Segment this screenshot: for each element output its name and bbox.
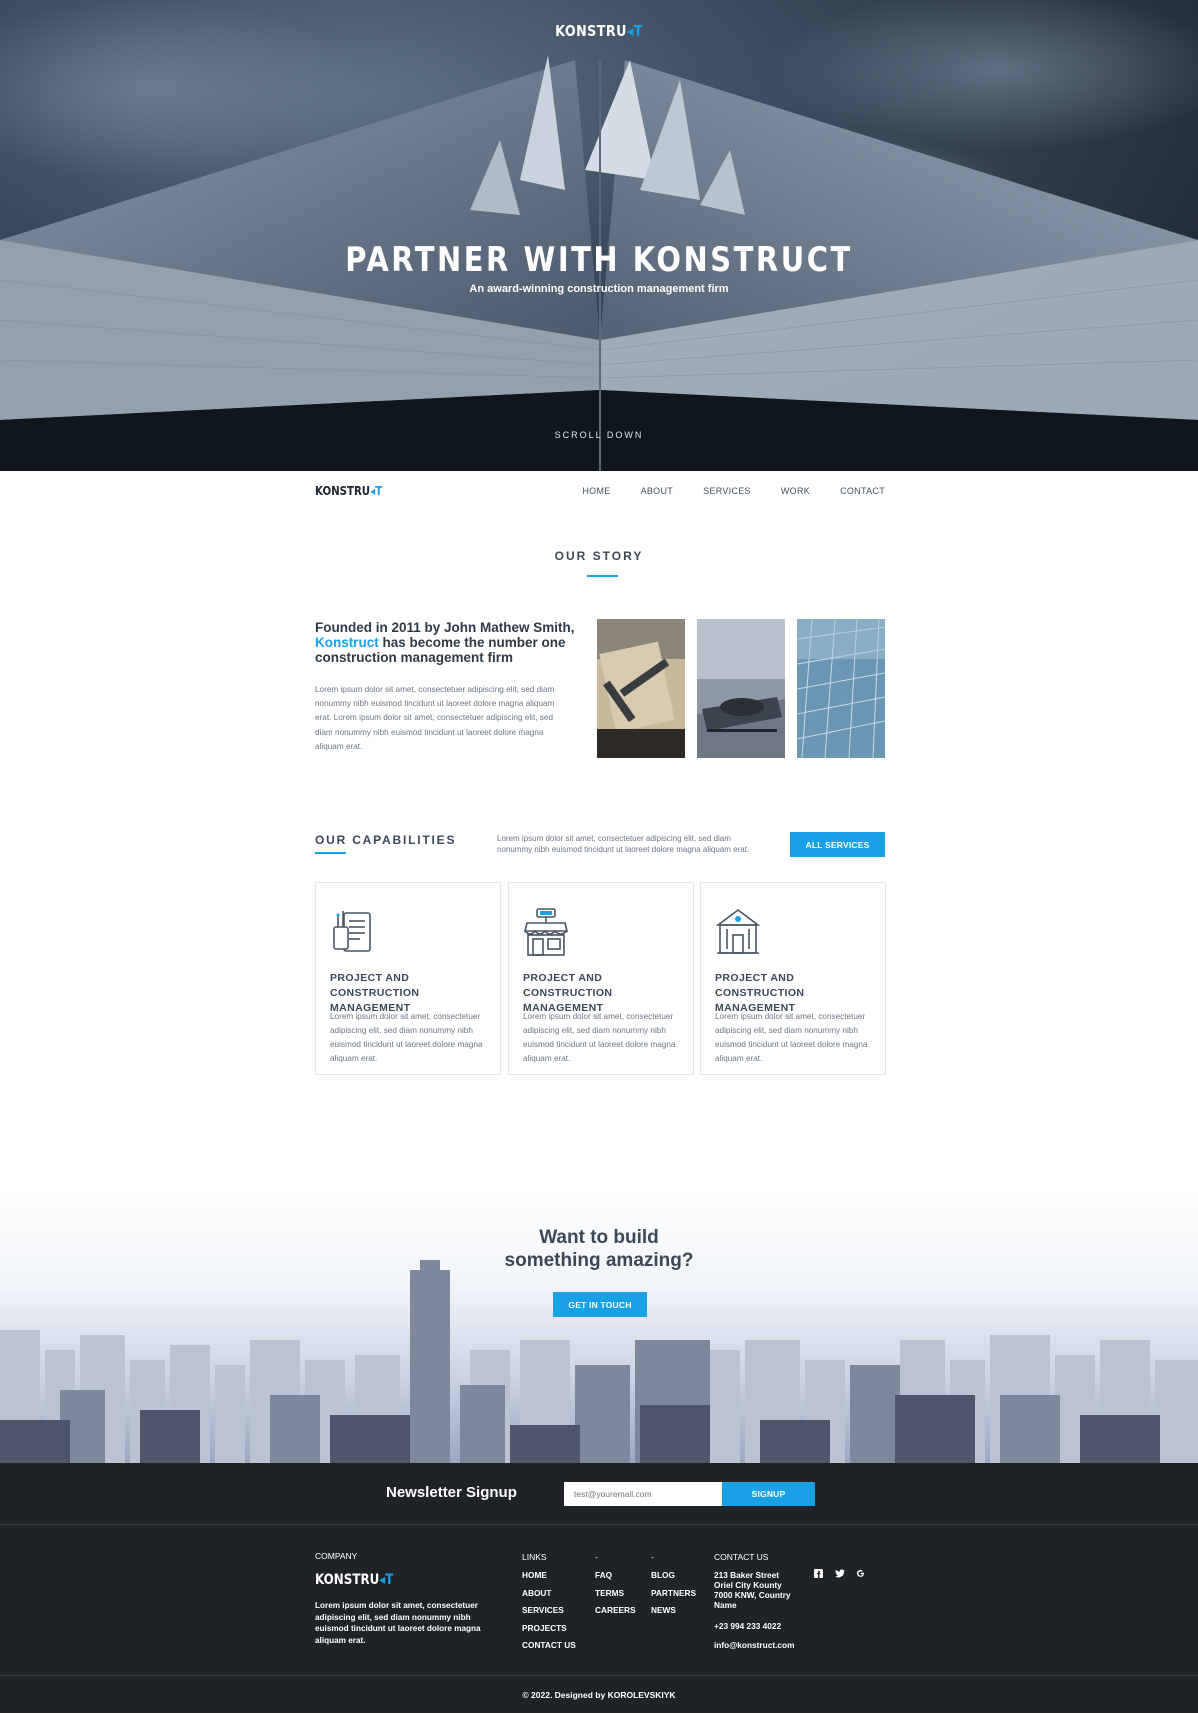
footer-link-projects[interactable]: PROJECTS	[522, 1623, 567, 1633]
twitter-icon[interactable]	[835, 1569, 845, 1580]
nav-contact[interactable]: CONTACT	[840, 486, 885, 496]
footer-company-heading: COMPANY	[315, 1551, 358, 1561]
story-title: Founded in 2011 by John Mathew Smith, Ko…	[315, 620, 575, 665]
nav-logo[interactable]: KONSTRU◂T	[315, 484, 382, 498]
footer-address-line: Name	[714, 1600, 737, 1610]
capability-card[interactable]: PROJECT AND CONSTRUCTION MANAGEMENT Lore…	[508, 882, 694, 1075]
hero-logo[interactable]: KONSTRU◂T	[90, 22, 1108, 40]
clipboard-pencils-icon	[330, 907, 374, 960]
capabilities-description: Lorem ipsum dolor sit amet, consectetuer…	[497, 834, 750, 854]
footer-link-partners[interactable]: PARTNERS	[651, 1588, 696, 1598]
hero-title: PARTNER WITH KONSTRUCT	[345, 240, 853, 280]
nav-services[interactable]: SERVICES	[703, 486, 751, 496]
glass-facade-photo	[797, 619, 885, 758]
story-body: Lorem ipsum dolor sit amet, consectetuer…	[315, 685, 555, 751]
drafting-tools-photo	[597, 619, 685, 758]
newsletter-email-input[interactable]	[564, 1482, 722, 1506]
footer-link-news[interactable]: NEWS	[651, 1605, 676, 1615]
footer-col3-heading: -	[651, 1552, 654, 1562]
signup-button[interactable]: SIGNUP	[722, 1482, 815, 1506]
footer-email[interactable]: info@konstruct.com	[714, 1640, 794, 1650]
footer-link-contact-us[interactable]: CONTACT US	[522, 1640, 576, 1650]
storefront-icon	[523, 907, 569, 962]
footer-link-blog[interactable]: BLOG	[651, 1570, 675, 1580]
footer: COMPANY KONSTRU◂T Lorem ipsum dolor sit …	[0, 1525, 1198, 1675]
newsletter-title: Newsletter Signup	[386, 1484, 517, 1501]
hero-background-image	[0, 0, 1198, 471]
footer-link-careers[interactable]: CAREERS	[595, 1605, 636, 1615]
footer-address-line: 7000 KNW, Country	[714, 1590, 791, 1600]
footer-about-text: Lorem ipsum dolor sit amet, consectetuer…	[315, 1601, 481, 1645]
get-in-touch-button[interactable]: GET IN TOUCH	[553, 1292, 647, 1317]
footer-logo[interactable]: KONSTRU◂T	[315, 1572, 393, 1588]
cta-title: Want to build something amazing?	[504, 1227, 694, 1271]
google-icon[interactable]	[856, 1569, 865, 1580]
story-heading-underline	[587, 575, 618, 577]
brand-highlight: Konstruct	[315, 635, 379, 650]
capability-card[interactable]: PROJECT AND CONSTRUCTION MANAGEMENT Lore…	[700, 882, 886, 1075]
hero-subtitle: An award-winning construction management…	[469, 283, 729, 295]
copyright: © 2022. Designed by KOROLEVSKIYK	[0, 1675, 1198, 1713]
scroll-down-link[interactable]: SCROLL DOWN	[0, 430, 1198, 440]
story-heading: OUR STORY	[554, 549, 644, 563]
nav-work[interactable]: WORK	[781, 486, 810, 496]
footer-address-line: Oriel City Kounty	[714, 1580, 782, 1590]
capabilities-heading: OUR CAPABILITIES	[315, 833, 457, 847]
newsletter-section: Newsletter Signup SIGNUP	[0, 1463, 1198, 1525]
cta-section: Want to build something amazing? GET IN …	[0, 1190, 1198, 1463]
capability-card[interactable]: PROJECT AND CONSTRUCTION MANAGEMENT Lore…	[315, 882, 501, 1075]
footer-link-services[interactable]: SERVICES	[522, 1605, 564, 1615]
capability-card-body: Lorem ipsum dolor sit amet, consectetuer…	[715, 1012, 868, 1063]
footer-contact-heading: CONTACT US	[714, 1552, 769, 1562]
nav-links: HOME ABOUT SERVICES WORK CONTACT	[582, 486, 885, 496]
all-services-button[interactable]: ALL SERVICES	[790, 832, 885, 857]
hero-section: KONSTRU◂T PARTNER WITH KONSTRUCT An awar…	[0, 0, 1198, 471]
nav-home[interactable]: HOME	[582, 486, 610, 496]
capability-card-body: Lorem ipsum dolor sit amet, consectetuer…	[523, 1012, 676, 1063]
footer-link-home[interactable]: HOME	[522, 1570, 547, 1580]
footer-link-faq[interactable]: FAQ	[595, 1570, 612, 1580]
footer-address-line: 213 Baker Street	[714, 1570, 780, 1580]
footer-phone[interactable]: +23 994 233 4022	[714, 1621, 781, 1631]
footer-link-about[interactable]: ABOUT	[522, 1588, 552, 1598]
facebook-icon[interactable]	[814, 1569, 823, 1580]
nav-about[interactable]: ABOUT	[641, 486, 674, 496]
capabilities-heading-underline	[315, 852, 346, 854]
main-nav: KONSTRU◂T HOME ABOUT SERVICES WORK CONTA…	[315, 471, 885, 511]
laptop-typing-photo	[697, 619, 785, 758]
footer-col2-heading: -	[595, 1552, 598, 1562]
footer-link-terms[interactable]: TERMS	[595, 1588, 624, 1598]
footer-links-heading: LINKS	[522, 1552, 547, 1562]
building-icon	[715, 907, 761, 962]
capability-card-body: Lorem ipsum dolor sit amet, consectetuer…	[330, 1012, 483, 1063]
